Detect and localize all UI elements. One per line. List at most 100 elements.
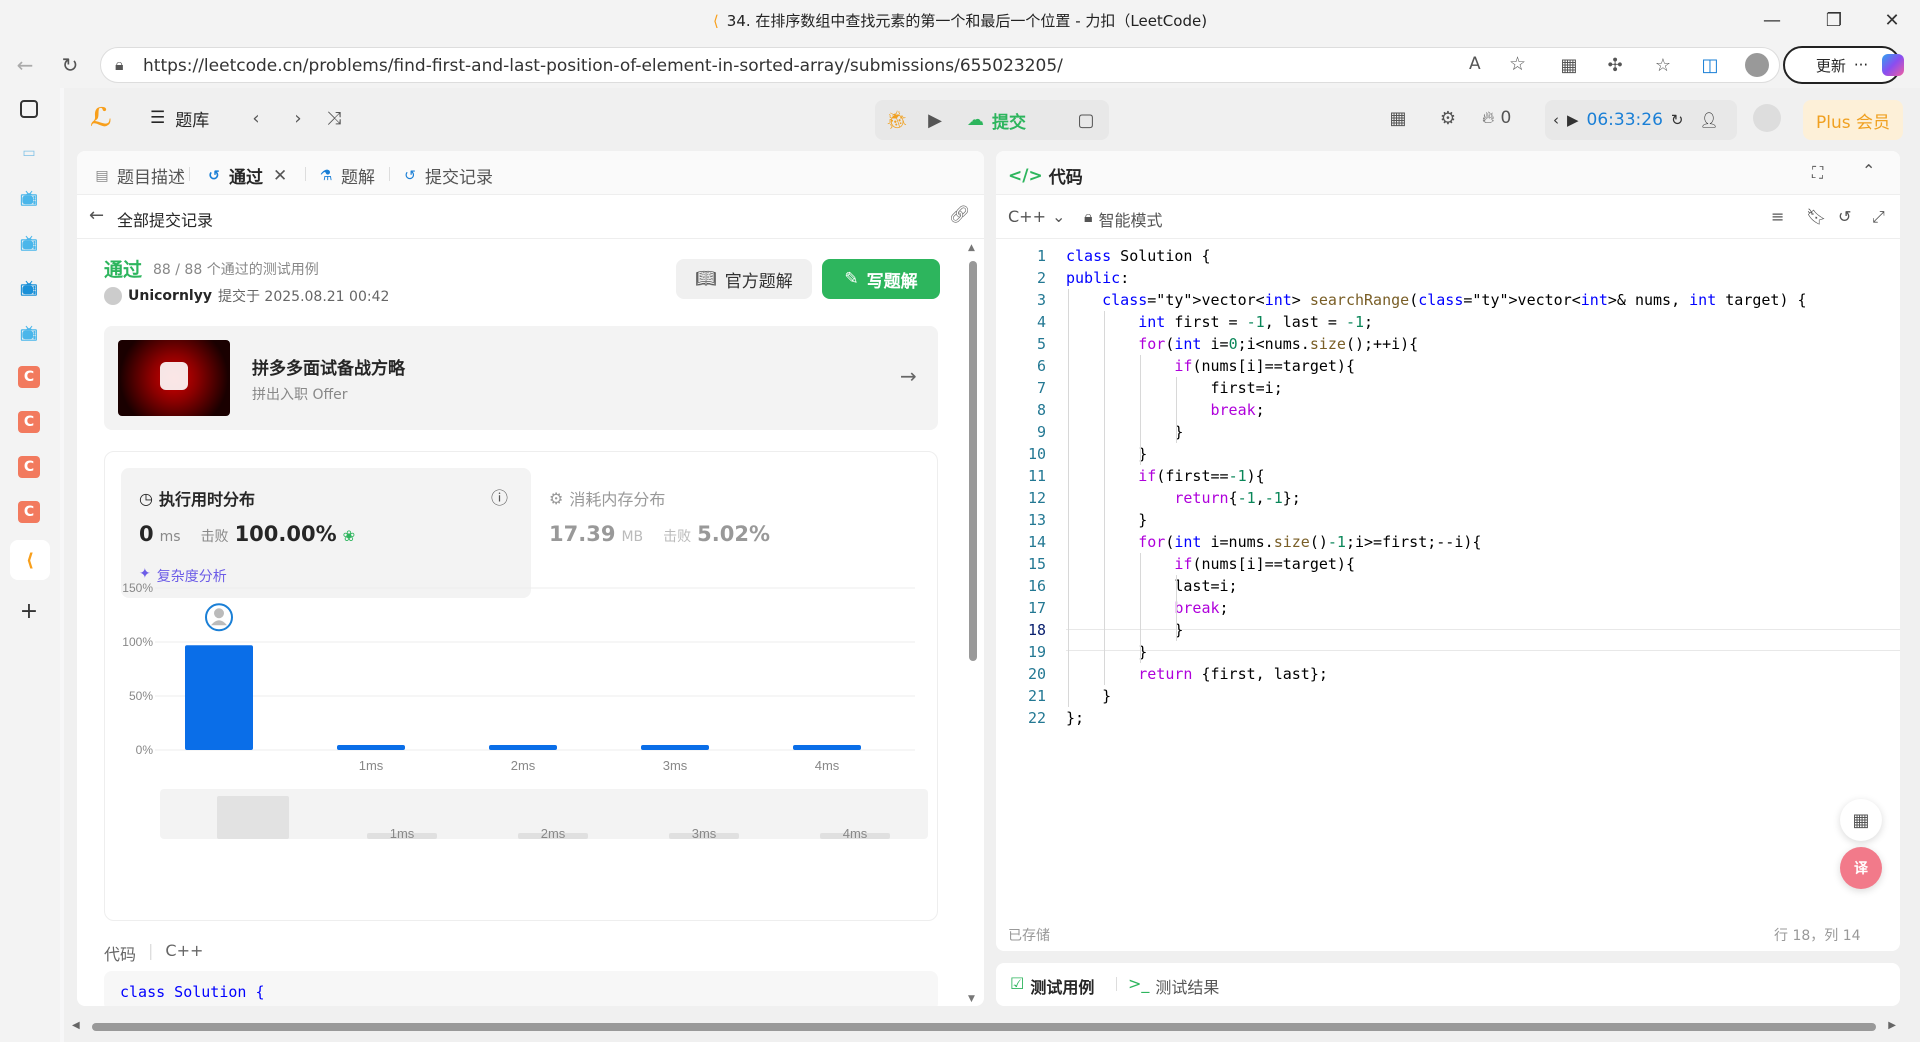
add-icon[interactable]: + (16, 598, 42, 624)
run-icon[interactable]: ▶ (921, 104, 949, 136)
shuffle-icon[interactable]: ⤨ (320, 102, 348, 134)
tabs-icon[interactable] (20, 100, 38, 118)
code-line[interactable]: 22}; (996, 707, 1900, 729)
copilot-icon[interactable] (1880, 52, 1906, 78)
c-site-icon[interactable]: C (18, 411, 40, 433)
submit-button[interactable]: ☁ 提交 (967, 104, 1026, 136)
play-icon[interactable]: ▶ (1567, 111, 1579, 129)
translate-icon[interactable]: 译 (1840, 847, 1882, 889)
bar (185, 645, 253, 750)
code-line[interactable]: 16 last=i; (996, 575, 1900, 597)
tab-submissions[interactable]: ↺ 提交记录 (401, 163, 493, 189)
problem-list-button[interactable]: ☰ 题库 (150, 102, 209, 134)
prev-problem-icon[interactable]: ‹ (242, 102, 270, 134)
tab-test-results[interactable]: >_ 测试结果 (1128, 974, 1219, 998)
bilibili-icon[interactable]: 📺︎ (16, 231, 42, 257)
format-icon[interactable]: ≡ (1771, 207, 1784, 226)
minimize-button[interactable]: — (1744, 0, 1800, 40)
back-arrow-icon[interactable]: ← (89, 205, 104, 226)
c-site-icon[interactable]: C (18, 456, 40, 478)
indent-guide (1104, 311, 1105, 685)
tab-description[interactable]: ▤ 题目描述 (93, 163, 185, 189)
code-line[interactable]: 19 } (996, 641, 1900, 663)
line-text: } (1066, 687, 1112, 705)
layout-icon[interactable]: ▦ (1382, 102, 1414, 134)
code-line[interactable]: 2 public: (996, 267, 1900, 289)
chevron-left-icon[interactable]: ‹ (1553, 111, 1559, 129)
profile-avatar[interactable] (1744, 52, 1770, 78)
code-line[interactable]: 1 class Solution { (996, 245, 1900, 267)
code-line[interactable]: 21 } (996, 685, 1900, 707)
code-line[interactable]: 3 class="ty">vector<int> searchRange(cla… (996, 289, 1900, 311)
restore-button[interactable]: ❐ (1806, 0, 1862, 40)
close-window-button[interactable]: ✕ (1864, 0, 1920, 40)
fullscreen-icon[interactable]: ⛶ (1812, 163, 1823, 183)
language-select[interactable]: C++ ⌄ (1008, 207, 1065, 226)
add-friend-icon[interactable]: 👤︎ (1699, 111, 1718, 129)
avatar[interactable] (1751, 102, 1783, 134)
code-line[interactable]: 5 for(int i=0;i<nums.size();++i){ (996, 333, 1900, 355)
qr-code-icon[interactable]: ▦ (1556, 52, 1582, 78)
tab-testcases[interactable]: ☑ 测试用例 (1010, 974, 1094, 998)
code-line[interactable]: 8 break; (996, 399, 1900, 421)
bookmark-icon[interactable]: 🔖︎ (1806, 207, 1826, 226)
c-site-icon[interactable]: C (18, 501, 40, 523)
code-line[interactable]: 10 } (996, 443, 1900, 465)
tab-solutions[interactable]: ⚗ 题解 (317, 163, 375, 189)
notes-icon[interactable]: ▢ (1070, 104, 1102, 136)
next-problem-icon[interactable]: › (284, 102, 312, 134)
favorites-icon[interactable]: ☆ (1650, 52, 1676, 78)
editor-toolbar: C++ ⌄ 🔒︎ 智能模式 ≡ 🔖︎ ↺ ⤢ (996, 195, 1900, 239)
settings-gear-icon[interactable]: ⚙ (1432, 102, 1464, 134)
bilibili-icon[interactable]: ▭ (16, 140, 42, 166)
leetcode-tab-icon[interactable]: ⟨ (10, 540, 50, 580)
expand-icon[interactable]: ⤢ (1872, 207, 1885, 227)
debug-icon[interactable]: 🐞︎ (883, 104, 911, 136)
code-line[interactable]: 9 } (996, 421, 1900, 443)
write-solution-button[interactable]: ✎ 写题解 (822, 259, 940, 299)
tab-accepted[interactable]: ↺ 通过 ✕ (205, 163, 287, 189)
streak-counter[interactable]: 🔥︎ 0 (1482, 102, 1511, 134)
code-line[interactable]: 17 break; (996, 597, 1900, 619)
code-line[interactable]: 12 return{-1,-1}; (996, 487, 1900, 509)
url-text[interactable]: https://leetcode.cn/problems/find-first-… (143, 56, 1063, 76)
reset-icon[interactable]: ↻ (1671, 111, 1684, 129)
bilibili-icon[interactable]: 📺︎ (16, 186, 42, 212)
code-line[interactable]: 15 if(nums[i]==target){ (996, 553, 1900, 575)
flask-icon: ⚗ (319, 167, 333, 184)
code-line[interactable]: 13 } (996, 509, 1900, 531)
read-aloud-icon[interactable]: A (1469, 54, 1481, 74)
bilibili-icon[interactable]: 📺︎ (16, 276, 42, 302)
line-text: }; (1066, 709, 1085, 727)
code-line[interactable]: 4 int first = -1, last = -1; (996, 311, 1900, 333)
address-bar[interactable]: 🔒︎ https://leetcode.cn/problems/find-fir… (100, 47, 1780, 83)
code-line[interactable]: 14 for(int i=nums.size()-1;i>=first;--i)… (996, 531, 1900, 553)
code-line[interactable]: 11 if(first==-1){ (996, 465, 1900, 487)
collapse-icon[interactable]: ⌃ (1862, 161, 1875, 180)
official-solution-button[interactable]: 📖︎ 官方题解 (676, 259, 812, 299)
c-site-icon[interactable]: C (18, 366, 40, 388)
bilibili-icon[interactable]: 📺︎ (16, 321, 42, 347)
code-line[interactable]: 20 return {first, last}; (996, 663, 1900, 685)
smart-mode-toggle[interactable]: 🔒︎ 智能模式 (1084, 207, 1163, 231)
reset-code-icon[interactable]: ↺ (1838, 207, 1851, 226)
tab-code[interactable]: </> 代码 (1008, 163, 1083, 189)
all-submissions-link[interactable]: 全部提交记录 (117, 207, 213, 231)
horizontal-scrollbar[interactable]: ◀ ▶ (64, 1020, 1904, 1034)
favorite-star-icon[interactable]: ☆ (1509, 53, 1526, 75)
promo-card[interactable]: 拼多多面试备战方略 拼出入职 Offer → (104, 326, 938, 430)
plus-member-button[interactable]: Plus 会员 (1803, 100, 1903, 140)
reload-icon[interactable]: ↻ (55, 50, 85, 80)
extensions-icon[interactable]: ✣ (1602, 52, 1628, 78)
code-line[interactable]: 7 first=i; (996, 377, 1900, 399)
link-icon[interactable]: 🔗︎ (949, 205, 971, 225)
apps-grid-icon[interactable]: ▦ (1840, 799, 1882, 841)
code-line[interactable]: 18 } (996, 619, 1900, 641)
close-tab-icon[interactable]: ✕ (273, 166, 287, 186)
left-scrollbar[interactable]: ▲ ▼ (968, 243, 978, 1004)
leetcode-logo-icon[interactable]: ℒ (90, 102, 112, 134)
user-avatar[interactable] (104, 287, 122, 305)
back-arrow-icon[interactable]: ← (10, 50, 40, 80)
edge-collections-icon[interactable]: ◫ (1697, 52, 1723, 78)
code-line[interactable]: 6 if(nums[i]==target){ (996, 355, 1900, 377)
